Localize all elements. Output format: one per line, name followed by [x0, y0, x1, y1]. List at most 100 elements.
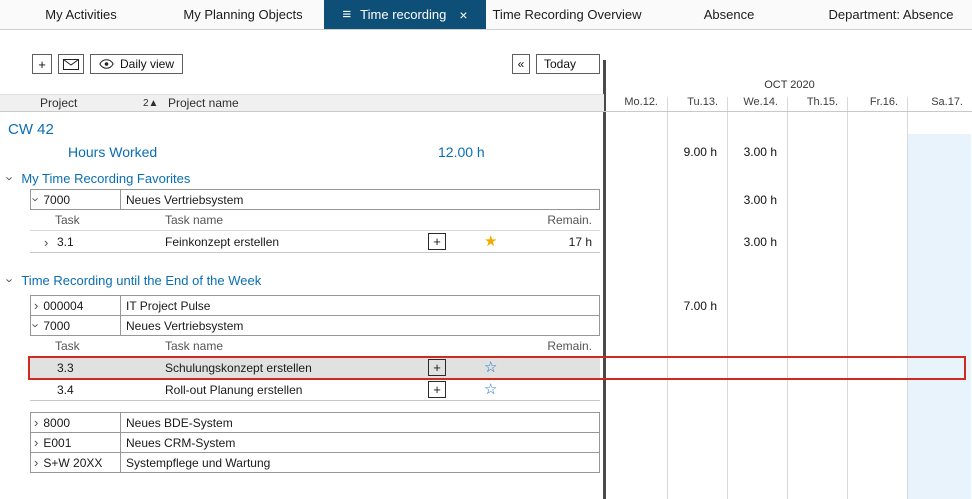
- project-name-cell[interactable]: Neues BDE-System: [121, 413, 599, 432]
- project-row[interactable]: › 8000 Neues BDE-System: [0, 412, 972, 433]
- today-button[interactable]: Today: [536, 54, 600, 74]
- chevron-down-icon[interactable]: ›: [30, 323, 43, 327]
- daily-view-button[interactable]: Daily view: [90, 54, 183, 74]
- tab-label: Absence: [704, 7, 755, 22]
- section-header-favorites[interactable]: › My Time Recording Favorites: [0, 169, 972, 189]
- tab-label: Time recording: [360, 7, 446, 22]
- tab-my-planning-objects[interactable]: My Planning Objects: [162, 0, 324, 29]
- chevron-down-icon[interactable]: ›: [30, 197, 43, 201]
- month-label: OCT 2020: [607, 76, 972, 94]
- project-id-cell[interactable]: › 7000: [31, 190, 121, 209]
- project-id: 000004: [43, 299, 83, 313]
- hours-worked-label: Hours Worked: [68, 140, 157, 164]
- day-header[interactable]: Th.15.: [787, 94, 847, 111]
- plus-icon: +: [38, 57, 46, 72]
- day-cell[interactable]: 7.00 h: [667, 299, 727, 313]
- day-header[interactable]: Sa.17.: [907, 94, 972, 111]
- favorite-star-outline-icon[interactable]: ☆: [484, 357, 497, 379]
- project-row[interactable]: › E001 Neues CRM-System: [0, 432, 972, 453]
- project-id-cell[interactable]: › 000004: [31, 296, 121, 315]
- day-header[interactable]: We.14.: [727, 94, 787, 111]
- project-row[interactable]: › 7000 Neues Vertriebsystem 3.00 h: [0, 189, 972, 210]
- toolbar: + Daily view «: [0, 52, 604, 76]
- day-cells: 7.00 h: [607, 295, 972, 316]
- tab-absence[interactable]: Absence: [648, 0, 810, 29]
- project-column-header[interactable]: Project: [40, 95, 77, 112]
- task-column-header: Task: [55, 210, 80, 231]
- chevron-right-icon[interactable]: ›: [34, 416, 38, 429]
- project-name-cell[interactable]: Neues CRM-System: [121, 433, 599, 452]
- project-name-cell[interactable]: Neues Vertriebsystem: [121, 190, 599, 209]
- day-headers: Mo.12. Tu.13. We.14. Th.15. Fr.16. Sa.17…: [604, 94, 972, 112]
- add-button[interactable]: +: [32, 54, 52, 74]
- section-title: My Time Recording Favorites: [21, 171, 190, 186]
- day-header[interactable]: Tu.13.: [667, 94, 727, 111]
- mail-button[interactable]: [58, 54, 84, 74]
- content: + Daily view «: [0, 52, 972, 499]
- task-table-header: Task Task name Remain.: [0, 336, 972, 357]
- tab-label: My Planning Objects: [183, 7, 302, 22]
- sort-ascending-icon[interactable]: 2▲: [143, 95, 158, 112]
- month-row: OCT 2020: [0, 76, 972, 94]
- favorite-star-outline-icon[interactable]: ☆: [484, 379, 497, 401]
- day-header[interactable]: Mo.12.: [607, 94, 667, 111]
- project-row[interactable]: › S+W 20XX Systempflege und Wartung: [0, 452, 972, 473]
- daily-view-label: Daily view: [120, 57, 174, 71]
- day-cell[interactable]: 3.00 h: [727, 193, 787, 207]
- hamburger-menu-icon[interactable]: ≡: [342, 6, 351, 23]
- chevron-down-icon[interactable]: ›: [4, 278, 17, 282]
- day-cells: [607, 357, 972, 379]
- favorite-star-icon[interactable]: ★: [484, 231, 497, 253]
- header-row: Project 2▲ Project name Mo.12. Tu.13. We…: [0, 94, 972, 112]
- task-name-column-header: Task name: [165, 210, 223, 231]
- tab-time-recording[interactable]: ≡ Time recording ×: [324, 0, 486, 29]
- hours-worked-row: Hours Worked 12.00 h 9.00 h 3.00 h: [0, 140, 972, 164]
- remain-column-header: Remain.: [500, 336, 592, 357]
- project-name-cell[interactable]: IT Project Pulse: [121, 296, 599, 315]
- chevron-right-icon[interactable]: ›: [34, 456, 38, 469]
- task-row-selected[interactable]: 3.3 Schulungskonzept erstellen + ☆: [0, 357, 972, 379]
- project-id-cell[interactable]: › S+W 20XX: [31, 453, 121, 472]
- task-row[interactable]: › 3.1 Feinkonzept erstellen + ★ 17 h 3.0…: [0, 231, 972, 253]
- tab-my-activities[interactable]: My Activities: [0, 0, 162, 29]
- project-name-column-header[interactable]: Project name: [168, 95, 239, 112]
- add-time-entry-button[interactable]: +: [428, 233, 446, 250]
- task-name: Schulungskonzept erstellen: [165, 357, 312, 379]
- project-name-cell[interactable]: Systempflege und Wartung: [121, 453, 599, 472]
- day-cells: [607, 379, 972, 401]
- project-id-cell[interactable]: › E001: [31, 433, 121, 452]
- tab-department-absence[interactable]: Department: Absence: [810, 0, 972, 29]
- project-id: 7000: [43, 193, 70, 207]
- day-cell[interactable]: 3.00 h: [727, 235, 787, 249]
- project-name: Neues CRM-System: [126, 436, 235, 450]
- task-name: Roll-out Planung erstellen: [165, 379, 302, 401]
- previous-week-button[interactable]: «: [512, 54, 530, 74]
- project-id-cell[interactable]: › 7000: [31, 316, 121, 335]
- project-name: Neues Vertriebsystem: [126, 193, 243, 207]
- day-header[interactable]: Fr.16.: [847, 94, 907, 111]
- chevron-right-icon[interactable]: ›: [34, 299, 38, 312]
- chevron-right-icon[interactable]: ›: [44, 236, 48, 249]
- close-tab-icon[interactable]: ×: [459, 7, 467, 23]
- day-cells: 3.00 h: [607, 189, 972, 210]
- task-column-header: Task: [55, 336, 80, 357]
- project-name-cell[interactable]: Neues Vertriebsystem: [121, 316, 599, 335]
- back-icon: «: [518, 57, 525, 71]
- project-row[interactable]: › 7000 Neues Vertriebsystem: [0, 315, 972, 336]
- section-header-week[interactable]: ›Time Recording until the End of the Wee…: [0, 271, 972, 291]
- day-cells: 3.00 h: [607, 231, 972, 253]
- add-time-entry-button[interactable]: +: [428, 359, 446, 376]
- task-row[interactable]: 3.4 Roll-out Planung erstellen + ☆: [0, 379, 972, 401]
- project-id-cell[interactable]: › 8000: [31, 413, 121, 432]
- project-name: Systempflege und Wartung: [126, 456, 270, 470]
- task-id: 3.4: [57, 379, 74, 401]
- calendar-week-title: CW 42: [0, 112, 972, 140]
- tab-time-recording-overview[interactable]: Time Recording Overview: [486, 0, 648, 29]
- envelope-icon: [63, 59, 79, 70]
- project-name: IT Project Pulse: [126, 299, 210, 313]
- add-time-entry-button[interactable]: +: [428, 381, 446, 398]
- project-row[interactable]: › 000004 IT Project Pulse 7.00 h: [0, 295, 972, 316]
- task-id: 3.1: [57, 231, 74, 253]
- chevron-right-icon[interactable]: ›: [34, 436, 38, 449]
- chevron-down-icon[interactable]: ›: [4, 176, 17, 180]
